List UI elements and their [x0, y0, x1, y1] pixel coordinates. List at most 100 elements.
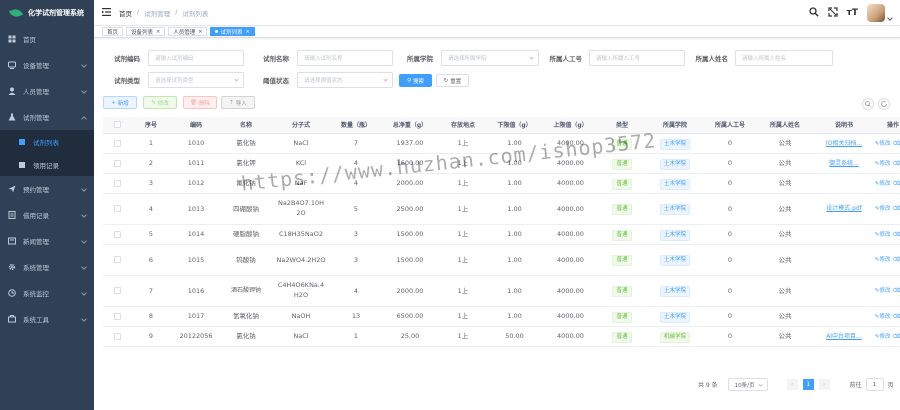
row-checkbox[interactable] [113, 179, 121, 187]
edit-button[interactable]: ✎ 修改 [143, 96, 177, 109]
chevron-down-icon[interactable] [887, 15, 893, 21]
row-checkbox[interactable] [113, 332, 121, 340]
row-checkbox[interactable] [113, 312, 121, 320]
row-edit-button[interactable]: ✎修改 [875, 232, 891, 238]
breadcrumb-reagent-list: 试剂列表 [182, 9, 209, 18]
name-input[interactable]: 请输入试剂名称 [297, 50, 393, 66]
row-checkbox[interactable] [113, 139, 121, 147]
sidebar-item-3[interactable]: 试剂管理 [0, 104, 94, 130]
row-checkbox[interactable] [113, 256, 121, 263]
close-icon[interactable]: × [198, 29, 202, 35]
college-select[interactable]: 请选择所属学院 [441, 50, 539, 66]
prev-page-button[interactable]: ‹ [786, 379, 798, 390]
select-all-checkbox[interactable] [113, 121, 121, 129]
chevron-icon [81, 238, 87, 244]
tag-1[interactable]: 设备列表 × [126, 27, 166, 36]
table-row[interactable]: 2 1011 氯化钾 KCl 4 1600.00 1上 1.00 4000.00 普通 土木学院 0 公… [103, 153, 900, 174]
sidebar-item-9[interactable]: 系统工具 [0, 306, 94, 332]
import-button[interactable]: ⇡ 导入 [221, 96, 255, 109]
sidebar-subitem-1[interactable]: 领用记录 [0, 153, 94, 176]
row-select-cell [103, 306, 131, 327]
tag-2[interactable]: 人员管理 × [168, 27, 208, 36]
row-delete-button[interactable]: ⌫删除 [892, 206, 900, 212]
staffno-input[interactable]: 请输入所属人工号 [589, 50, 685, 66]
sidebar-item-5[interactable]: 借用记录 [0, 202, 94, 228]
row-delete-button[interactable]: ⌫删除 [892, 181, 900, 187]
row-delete-button[interactable]: ⌫删除 [892, 314, 900, 320]
table-row[interactable]: 4 1013 四硼酸钠 Na2B4O7.10H2O 5 2500.00 1上 1.00 4000… [103, 193, 900, 225]
row-edit-button[interactable]: ✎修改 [875, 206, 891, 212]
row-delete-button[interactable]: ⌫删除 [892, 257, 900, 263]
manual-link[interactable]: AI中台项目... [826, 333, 862, 340]
staffname-input[interactable]: 请输入所属人姓名 [735, 50, 833, 66]
table-cell: 1.00 [487, 306, 542, 327]
sidebar-subitem-0[interactable]: 试剂列表 [0, 130, 94, 153]
filter-threshold: 阈值状态 请选择阈值状态 [256, 72, 393, 88]
search-button[interactable]: ⚲ 搜索 [399, 74, 432, 87]
select-all-cell [103, 117, 131, 134]
cell-text: 4000.00 [557, 230, 584, 238]
delete-button[interactable]: 🗑 删除 [183, 96, 217, 109]
add-button[interactable]: + 新增 [103, 96, 137, 109]
row-delete-button[interactable]: ⌫删除 [892, 161, 900, 167]
manual-link[interactable]: 设计模式.pdf [826, 205, 862, 212]
row-delete-button[interactable]: ⌫删除 [892, 141, 900, 147]
code-input[interactable]: 请输入试剂编码 [148, 50, 244, 66]
manual-link[interactable]: 御灵系统... [829, 160, 859, 167]
close-icon[interactable]: × [156, 29, 160, 35]
table-cell: Na2WO4.2H2O [271, 244, 331, 276]
table-cell [815, 224, 873, 245]
table-row[interactable]: 8 1017 氢氧化钠 NaOH 13 6500.00 1上 1.00 4000.00 普通 土木学… [103, 306, 900, 327]
tag-3[interactable]: 试剂列表 × [210, 27, 255, 36]
cell-text: 氢氧化钠 [233, 312, 259, 320]
manual-link[interactable]: IO相关归档... [826, 140, 862, 147]
threshold-select[interactable]: 请选择阈值状态 [297, 72, 393, 88]
close-icon[interactable]: × [245, 29, 249, 35]
sidebar-item-0[interactable]: 首页 [0, 26, 94, 52]
user-avatar[interactable] [867, 4, 885, 22]
row-edit-button[interactable]: ✎修改 [875, 314, 891, 320]
table-row[interactable]: 6 1015 钨酸钠 Na2WO4.2H2O 3 1500.00 1上 1.00 4000.00… [103, 244, 900, 276]
page-size-select[interactable]: 10条/页 [727, 378, 768, 391]
sidebar-item-1[interactable]: 设备管理 [0, 52, 94, 78]
sidebar-item-8[interactable]: 系统监控 [0, 280, 94, 306]
font-size-icon[interactable]: ᴛT [847, 8, 858, 18]
filter-name: 试剂名称 请输入试剂名称 [256, 50, 393, 66]
row-edit-button[interactable]: ✎修改 [875, 257, 891, 263]
breadcrumb-home[interactable]: 首页 [119, 8, 132, 18]
refresh-table-button[interactable] [878, 98, 890, 110]
sidebar-item-4[interactable]: 预约管理 [0, 176, 94, 202]
sidebar-item-6[interactable]: 新闻管理 [0, 228, 94, 254]
sidebar-item-2[interactable]: 人员管理 [0, 78, 94, 104]
type-select[interactable]: 请选择试剂类型 [148, 72, 244, 88]
table-cell: 1937.00 [381, 133, 439, 154]
row-edit-button[interactable]: ✎修改 [875, 141, 891, 147]
table-row[interactable]: 7 1016 酒石酸钾钠 C4H4O6KNa.4H2O 4 2000.00 1上 1.00 40… [103, 275, 900, 307]
row-checkbox[interactable] [113, 159, 121, 167]
next-page-button[interactable]: › [818, 379, 830, 390]
row-checkbox[interactable] [113, 287, 121, 294]
row-delete-button[interactable]: ⌫删除 [892, 334, 900, 340]
row-delete-button[interactable]: ⌫删除 [892, 232, 900, 238]
toggle-search-button[interactable] [862, 98, 874, 110]
table-row[interactable]: 9 20122056 氯化钠 NaCl 1 25.00 1上 50.00 4000.00 普通 机械… [103, 326, 900, 347]
page-1-button[interactable]: 1 [802, 379, 814, 390]
table-row[interactable]: 5 1014 硬脂酸钠 C18H35NaO2 3 1500.00 1上 1.00 4000.00… [103, 224, 900, 245]
goto-page-input[interactable]: 1 [865, 378, 884, 391]
hamburger-icon[interactable] [102, 7, 111, 18]
app-logo[interactable]: 化学试剂管理系统 [0, 0, 94, 26]
row-checkbox[interactable] [113, 230, 121, 238]
table-row[interactable]: 1 1010 氯化钠 NaCl 7 1937.00 1上 1.00 4000.00 普通 土木学院 0… [103, 133, 900, 154]
row-edit-button[interactable]: ✎修改 [875, 181, 891, 187]
sidebar-item-7[interactable]: 系统管理 [0, 254, 94, 280]
fullscreen-icon[interactable] [828, 7, 838, 19]
row-edit-button[interactable]: ✎修改 [875, 334, 891, 340]
row-delete-button[interactable]: ⌫删除 [892, 288, 900, 294]
search-icon[interactable] [808, 7, 819, 19]
row-edit-button[interactable]: ✎修改 [875, 288, 891, 294]
table-row[interactable]: 3 1012 氟化钠 NaF 4 2000.00 1上 1.00 4000.00 普通 土木学院 0 公… [103, 173, 900, 194]
row-edit-button[interactable]: ✎修改 [875, 161, 891, 167]
row-checkbox[interactable] [113, 205, 121, 212]
reset-button[interactable]: ↻ 重置 [436, 74, 469, 87]
tag-0[interactable]: 首页 [102, 27, 124, 36]
